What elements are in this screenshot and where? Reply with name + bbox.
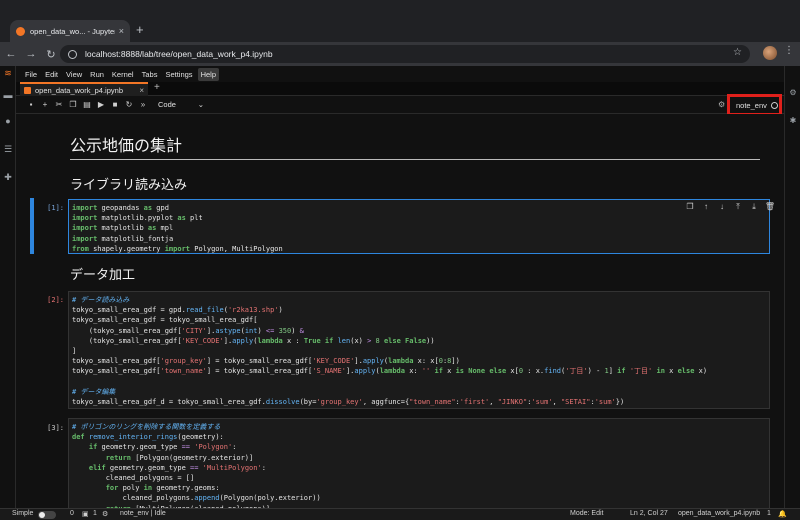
cell-type-value: Code [158,100,176,109]
url-text: localhost:8888/lab/tree/open_data_work_p… [85,49,273,59]
status-bar: Simple 0 ▣ 1 ⚙ note_env | Idle Mode: Edi… [0,508,800,520]
bell-icon[interactable]: 🔔 [778,510,787,518]
profile-avatar[interactable] [763,46,777,60]
file-browser-icon[interactable]: ▬ [3,90,13,100]
forward-icon[interactable]: → [22,48,40,60]
jupyter-favicon-icon [16,26,25,36]
browser-toolbar: ← → ↻ localhost:8888/lab/tree/open_data_… [0,42,800,66]
jupyter-logo-icon: ≋ [4,68,12,78]
address-bar[interactable]: localhost:8888/lab/tree/open_data_work_p… [60,45,750,63]
menu-tabs[interactable]: Tabs [139,68,161,81]
insert-cell-icon[interactable]: + [38,100,52,109]
left-sidebar: ≋ ▬ ● ☰ ✚ [0,66,16,508]
new-launcher-icon[interactable]: + [154,82,160,93]
menu-settings[interactable]: Settings [162,68,195,81]
cell-prompt-1: [1]: [47,204,64,212]
section-heading-data: データ加工 [70,267,136,282]
cell-type-select[interactable]: Code ⌄ [158,100,204,109]
section-heading-libraries: ライブラリ読み込み [70,177,188,192]
menu-file[interactable]: File [22,68,40,81]
paste-icon[interactable]: ▤ [80,100,94,109]
restart-icon[interactable]: ↻ [122,100,136,109]
gear-icon: ⚙ [102,511,109,518]
kernel-status-text[interactable]: note_env | Idle [120,510,166,517]
fast-forward-icon[interactable]: » [136,100,150,109]
status-filename: open_data_work_p4.ipynb [678,510,761,517]
cut-icon[interactable]: ✂ [52,100,66,109]
cell-prompt-3: [3]: [47,424,64,432]
notebook-tab-label: open_data_work_p4.ipynb [35,85,123,95]
delete-cell-icon[interactable]: 🗑 [762,202,778,212]
kernel-count[interactable]: 1 [93,510,97,517]
kernel-name: note_env [736,100,767,110]
browser-tab-title: open_data_wo... - JupyterLa [30,26,115,36]
duplicate-cell-icon[interactable]: ❐ [682,202,698,212]
code-cell-1[interactable]: import geopandas as gpd import matplotlib… [68,199,770,254]
notebook-sheet: 公示地価の集計 ライブラリ読み込み [1]: import geopandas … [20,114,784,508]
back-icon[interactable]: ← [2,48,20,60]
code-cell-2[interactable]: # データ読み込み tokyo_small_erea_gdf = gpd.read… [68,291,770,409]
cell-prompt-2: [2]: [47,296,64,304]
simple-mode-label: Simple [12,510,34,517]
close-notebook-tab-icon[interactable]: × [139,86,144,95]
menu-run[interactable]: Run [87,68,107,81]
menu-kernel[interactable]: Kernel [109,68,137,81]
insert-below-icon[interactable]: ⤓ [746,202,762,212]
bookmark-star-icon[interactable]: ☆ [733,47,742,58]
jupyter-menubar: File Edit View Run Kernel Tabs Settings … [16,66,784,82]
move-up-icon[interactable]: ↑ [698,202,714,212]
close-tab-icon[interactable]: × [119,26,124,36]
site-info-icon[interactable] [68,49,77,59]
chevron-down-icon: ⌄ [197,100,204,109]
notebook-panel: 公示地価の集計 ライブラリ読み込み [1]: import geopandas … [16,114,784,508]
edit-mode-text: Mode: Edit [570,510,604,517]
notebook-title: 公示地価の集計 [70,138,183,155]
notebook-tab[interactable]: open_data_work_p4.ipynb × [20,82,148,96]
move-down-icon[interactable]: ↓ [714,202,730,212]
new-tab-icon[interactable]: + [136,22,144,37]
cursor-position[interactable]: Ln 2, Col 27 [630,510,668,517]
browser-menu-icon[interactable]: ⋮ [784,45,794,56]
insert-above-icon[interactable]: ⤒ [730,202,746,212]
property-inspector-icon[interactable]: ⚙ [788,88,798,98]
notebook-icon [24,86,31,94]
notification-count[interactable]: 1 [767,510,771,517]
title-divider [70,159,760,160]
kernel-settings-icon[interactable]: ⚙ [718,100,725,109]
save-icon[interactable]: ▪ [24,100,38,109]
debugger-icon[interactable]: ✱ [788,116,798,126]
kernel-status-icon [770,101,778,109]
notebook-toolbar: ▪ + ✂ ❐ ▤ ▶ ■ ↻ » Code ⌄ [16,96,784,114]
stop-icon[interactable]: ■ [108,100,122,109]
running-kernels-icon[interactable]: ● [3,116,13,126]
terminal-icon: ▣ [82,511,89,518]
simple-mode-toggle[interactable] [38,511,56,519]
browser-tabstrip: open_data_wo... - JupyterLa × + [0,18,800,42]
right-sidebar: ⚙ ✱ [784,66,800,508]
code-cell-3[interactable]: # ポリゴンのリングを削除する関数を定義する def remove_interio… [68,418,770,508]
terminal-count[interactable]: 0 [70,510,74,517]
kernel-selector[interactable]: note_env [727,94,782,116]
document-tabbar: open_data_work_p4.ipynb × + [16,82,784,96]
copy-icon[interactable]: ❐ [66,100,80,109]
menu-help[interactable]: Help [197,67,219,81]
cell-toolbar: ❐ ↑ ↓ ⤒ ⤓ 🗑 [682,202,778,212]
extensions-icon[interactable]: ✚ [3,172,13,182]
reload-icon[interactable]: ↻ [42,48,60,61]
menu-view[interactable]: View [63,68,85,81]
table-of-contents-icon[interactable]: ☰ [3,144,13,154]
menu-edit[interactable]: Edit [42,68,61,81]
browser-tab[interactable]: open_data_wo... - JupyterLa × [10,20,130,42]
run-icon[interactable]: ▶ [94,100,108,109]
